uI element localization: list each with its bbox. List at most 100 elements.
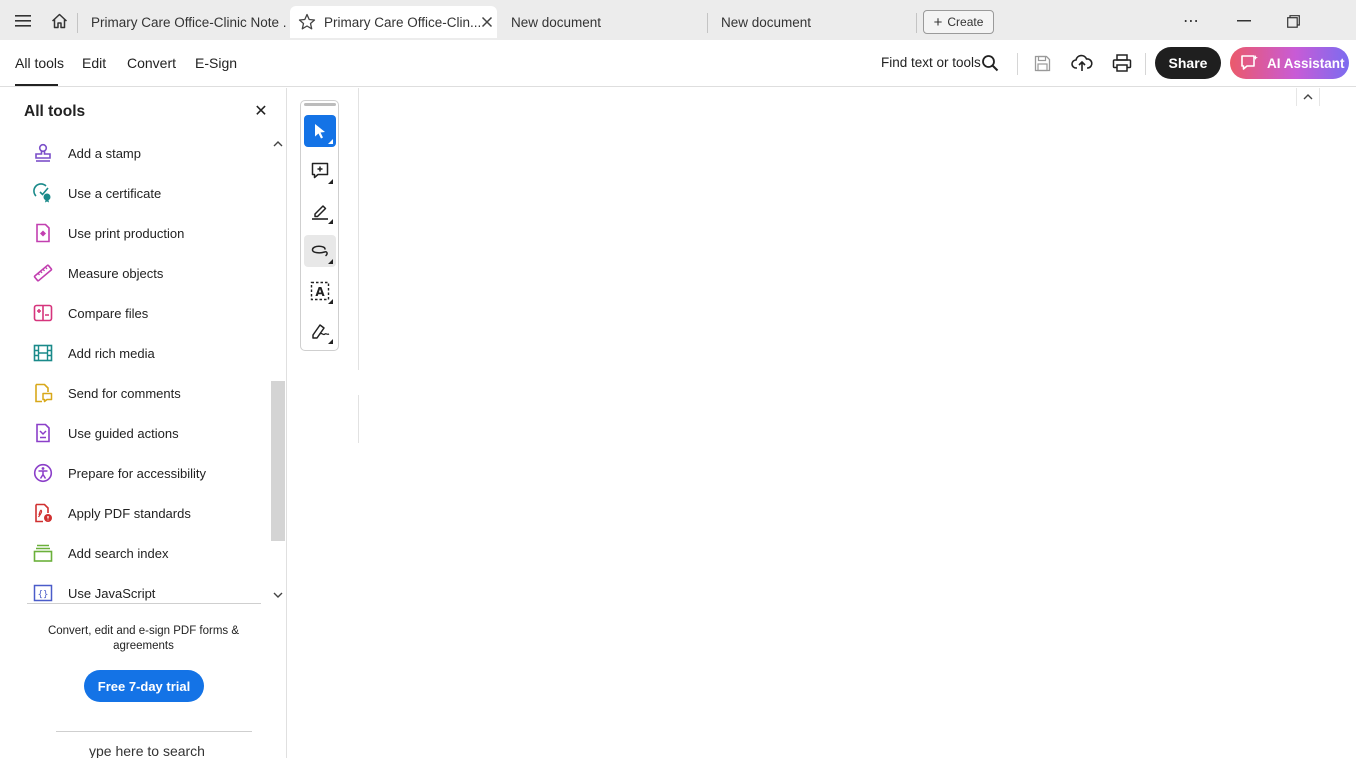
minimize-icon[interactable]: [1229, 8, 1259, 34]
tool-label: Add search index: [68, 545, 169, 561]
tool-use-guided-actions[interactable]: Use guided actions: [28, 417, 268, 449]
tab-bar: Primary Care Office-Clinic Note ... Prim…: [0, 0, 1356, 40]
tab-document-2[interactable]: Primary Care Office-Clin...: [290, 6, 497, 38]
document-area-edge: [358, 88, 359, 370]
tool-label: Measure objects: [68, 265, 164, 281]
select-tool-button[interactable]: [304, 115, 336, 147]
search-icon[interactable]: [978, 51, 1002, 75]
ruler-icon: [32, 262, 54, 284]
tab-label: New document: [511, 14, 602, 30]
tool-prepare-for-accessibility[interactable]: Prepare for accessibility: [28, 457, 268, 489]
ai-assistant-button[interactable]: AI Assistant: [1230, 47, 1349, 79]
create-label: Create: [947, 15, 984, 29]
lasso-icon: [310, 243, 330, 259]
tool-label: Send for comments: [68, 385, 181, 401]
sign-tool-button[interactable]: [304, 315, 336, 347]
tab-label: Primary Care Office-Clin...: [324, 14, 482, 30]
panel-title: All tools: [24, 103, 86, 120]
text-box-icon: A: [310, 281, 330, 301]
tool-add-search-index[interactable]: Add search index: [28, 537, 268, 569]
strip-drag-handle[interactable]: [304, 103, 336, 106]
highlight-tool-button[interactable]: [304, 195, 336, 227]
more-options-icon[interactable]: ⋯: [1176, 8, 1206, 34]
tool-label: Add a stamp: [68, 145, 141, 161]
promo-text: Convert, edit and e-sign PDF forms & agr…: [47, 625, 240, 652]
javascript-icon: {}: [32, 582, 54, 604]
find-text-or-tools[interactable]: Find text or tools: [881, 55, 981, 70]
tool-label: Use print production: [68, 225, 185, 241]
tool-apply-pdf-standards[interactable]: Apply PDF standards: [28, 497, 268, 529]
restore-icon[interactable]: [1278, 8, 1308, 34]
tab-document-4[interactable]: New document: [711, 6, 911, 38]
tool-label: Use guided actions: [68, 425, 179, 441]
pen-icon: [311, 202, 329, 220]
accessibility-icon: [32, 462, 54, 484]
tool-label: Apply PDF standards: [68, 505, 191, 521]
tab-document-1[interactable]: Primary Care Office-Clinic Note ...: [81, 6, 286, 38]
film-icon: [32, 342, 54, 364]
tab-label: Primary Care Office-Clinic Note ...: [91, 14, 286, 30]
plus-icon: +: [933, 13, 943, 31]
tool-send-for-comments[interactable]: Send for comments: [28, 377, 268, 409]
pointer-icon: [313, 123, 327, 139]
tool-use-print-production[interactable]: Use print production: [28, 217, 268, 249]
tab-label: New document: [721, 14, 812, 30]
share-label: Share: [1168, 55, 1208, 71]
print-production-icon: [32, 222, 54, 244]
tab-document-3[interactable]: New document: [501, 6, 701, 38]
search-index-icon: [32, 542, 54, 564]
star-icon[interactable]: [298, 13, 316, 31]
close-tab-icon[interactable]: [481, 16, 493, 28]
free-trial-button[interactable]: Free 7-day trial: [84, 670, 204, 702]
tool-measure-objects[interactable]: Measure objects: [28, 257, 268, 289]
signature-pen-icon: [310, 322, 330, 340]
tool-use-javascript[interactable]: {} Use JavaScript: [28, 577, 268, 609]
document-area-edge: [358, 395, 359, 443]
send-comments-icon: [32, 382, 54, 404]
stamp-icon: [32, 142, 54, 164]
draw-tool-button[interactable]: [304, 235, 336, 267]
home-icon[interactable]: [46, 8, 72, 34]
document-scroll-up-icon[interactable]: [1296, 88, 1320, 106]
ai-assistant-icon: [1240, 54, 1260, 72]
panel-scrollbar-thumb[interactable]: [271, 381, 285, 541]
tool-use-a-certificate[interactable]: Use a certificate: [28, 177, 268, 209]
tool-label: Use a certificate: [68, 185, 162, 201]
scroll-up-arrow-icon[interactable]: [271, 137, 285, 151]
tool-label: Compare files: [68, 305, 149, 321]
text-select-tool-button[interactable]: A: [304, 275, 336, 307]
menu-e-sign[interactable]: E-Sign: [195, 55, 237, 71]
panel-divider: [27, 603, 261, 604]
tool-add-rich-media[interactable]: Add rich media: [28, 337, 268, 369]
scroll-down-arrow-icon[interactable]: [271, 588, 285, 602]
comment-plus-icon: [311, 162, 329, 180]
menu-convert[interactable]: Convert: [127, 55, 176, 71]
menu-edit[interactable]: Edit: [82, 55, 106, 71]
menu-bar: All tools Edit Convert E-Sign Find text …: [0, 40, 1356, 87]
trial-label: Free 7-day trial: [97, 678, 191, 694]
hamburger-menu-icon[interactable]: [10, 8, 36, 34]
menu-all-tools[interactable]: All tools: [15, 55, 64, 71]
svg-text:{}: {}: [38, 590, 49, 600]
all-tools-panel: All tools ✕ Add a stamp Use a certificat…: [0, 88, 287, 758]
tool-label: Use JavaScript: [68, 585, 156, 601]
taskbar-search-hint[interactable]: ype here to search: [56, 731, 252, 758]
tool-label: Add rich media: [68, 345, 155, 361]
tool-label: Prepare for accessibility: [68, 465, 206, 481]
ai-assistant-label: AI Assistant: [1267, 55, 1345, 71]
share-button[interactable]: Share: [1155, 47, 1221, 79]
create-button[interactable]: + Create: [923, 10, 994, 34]
close-panel-icon[interactable]: ✕: [253, 103, 269, 120]
guided-actions-icon: [32, 422, 54, 444]
svg-text:A: A: [315, 285, 325, 299]
print-icon[interactable]: [1110, 51, 1134, 75]
cloud-upload-icon[interactable]: [1070, 51, 1094, 75]
tool-add-a-stamp[interactable]: Add a stamp: [28, 137, 268, 169]
tool-compare-files[interactable]: Compare files: [28, 297, 268, 329]
certificate-icon: [32, 182, 54, 204]
add-comment-tool-button[interactable]: [304, 155, 336, 187]
save-icon[interactable]: [1030, 51, 1054, 75]
compare-icon: [32, 302, 54, 324]
active-menu-indicator: [15, 84, 58, 86]
pdf-standards-icon: [32, 502, 54, 524]
